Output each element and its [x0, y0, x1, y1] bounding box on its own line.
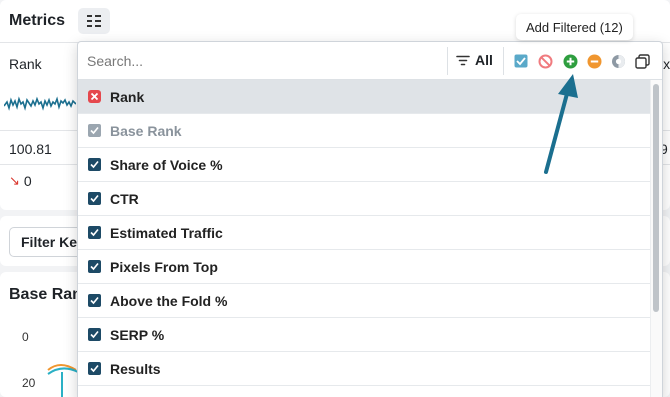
check-icon: [90, 228, 99, 237]
select-all-icon[interactable]: [513, 53, 529, 69]
trend-down-icon: ↘: [9, 173, 20, 188]
metric-delta: ↘ 0: [9, 173, 32, 189]
rank-sparkline: [4, 96, 76, 111]
list-item-estimated-traffic[interactable]: Estimated Traffic: [78, 216, 650, 250]
list-item-label: Rank: [110, 88, 145, 105]
list-item-label: Results: [110, 360, 161, 377]
invert-selection-icon[interactable]: [610, 53, 626, 69]
search-input[interactable]: [78, 42, 448, 79]
list-item-label: Share of Voice %: [110, 156, 223, 173]
disabled-checkbox: [88, 124, 101, 137]
check-icon: [90, 126, 99, 135]
divider: [503, 47, 504, 75]
list-item-label: Estimated Traffic: [110, 224, 223, 241]
checkbox[interactable]: [88, 226, 101, 239]
list-item-label: CTR: [110, 190, 139, 207]
all-filter-toggle[interactable]: All: [456, 52, 493, 68]
list-item-label: Pixels From Top: [110, 258, 218, 275]
exclude-checkbox[interactable]: [88, 90, 101, 103]
exclude-all-icon[interactable]: [537, 53, 553, 69]
check-icon: [90, 364, 99, 373]
scrollbar-thumb[interactable]: [653, 84, 659, 312]
list-item-label: SERP %: [110, 326, 165, 343]
metric-rank-label: Rank: [9, 56, 42, 72]
columns-toggle-button[interactable]: [78, 8, 110, 34]
all-filter-label: All: [475, 52, 493, 68]
add-filtered-icon[interactable]: [562, 53, 578, 69]
checkbox[interactable]: [88, 294, 101, 307]
y-tick-label: 0: [22, 330, 29, 344]
tooltip: Add Filtered (12): [516, 14, 633, 40]
chart-fragment: [47, 364, 79, 397]
checkbox[interactable]: [88, 260, 101, 273]
list-item-results[interactable]: Results: [78, 352, 650, 386]
metric-delta-value: 0: [23, 173, 32, 189]
check-icon: [90, 194, 99, 203]
metrics-title: Metrics: [9, 12, 66, 29]
check-icon: [90, 160, 99, 169]
check-icon: [90, 330, 99, 339]
list-item-serp[interactable]: SERP %: [78, 318, 650, 352]
checkbox[interactable]: [88, 328, 101, 341]
check-icon: [90, 262, 99, 271]
y-tick-label: 20: [22, 376, 36, 390]
list-columns-icon: [87, 15, 101, 27]
check-icon: [90, 296, 99, 305]
list-item-pixels-from-top[interactable]: Pixels From Top: [78, 250, 650, 284]
checkbox[interactable]: [88, 362, 101, 375]
divider: [447, 47, 448, 75]
list-item-above-the-fold[interactable]: Above the Fold %: [78, 284, 650, 318]
checkbox[interactable]: [88, 158, 101, 171]
metric-value: 100.81: [9, 141, 52, 157]
checkbox[interactable]: [88, 192, 101, 205]
close-icon: [90, 92, 99, 101]
list-item-label: Above the Fold %: [110, 292, 228, 309]
annotation-arrow-icon: [544, 74, 578, 174]
list-item-ctr[interactable]: CTR: [78, 182, 650, 216]
filter-icon: [456, 55, 470, 65]
copy-icon[interactable]: [634, 53, 650, 69]
list-item-label: Base Rank: [110, 122, 182, 139]
remove-filtered-icon[interactable]: [586, 53, 602, 69]
